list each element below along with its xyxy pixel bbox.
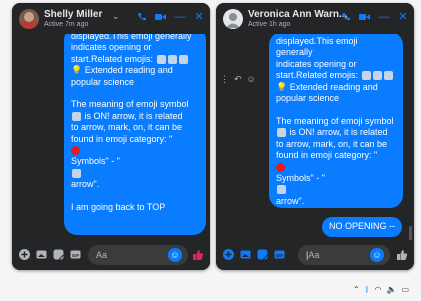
close-icon[interactable]: ✕ (192, 9, 206, 25)
emoji-icon (178, 54, 188, 64)
message-bubble[interactable]: displayed.This emoji generally indicates… (64, 34, 206, 235)
svg-text:GIF: GIF (276, 253, 284, 258)
message-area: displayed.This emoji generally indicates… (12, 34, 210, 240)
on-arrow-icon (72, 111, 81, 121)
minimize-icon[interactable]: — (377, 9, 391, 25)
phone-icon[interactable] (339, 9, 353, 25)
composer: GIF Aa ☺ (12, 240, 210, 270)
avatar[interactable] (223, 9, 243, 29)
message-text: start.Related emojis: (276, 70, 359, 81)
emoji-icon (372, 71, 382, 81)
gif-icon[interactable]: GIF (69, 248, 82, 261)
avatar[interactable] (19, 9, 39, 29)
reply-icon[interactable]: ↶ (234, 74, 242, 85)
photo-icon[interactable] (239, 248, 252, 261)
on-arrow-icon (72, 169, 81, 178)
message-text: displayed.This emoji generally (276, 36, 358, 58)
message-text: is ON! arrow, it is related (289, 127, 388, 138)
message-text: indicates opening or (276, 58, 357, 69)
message-bubble[interactable]: displayed.This emoji generally indicates… (269, 34, 403, 208)
emoji-picker-icon[interactable]: ☺ (370, 248, 384, 262)
message-text: indicates opening or (71, 42, 152, 53)
photo-icon[interactable] (35, 248, 48, 261)
emoji-icon (167, 54, 177, 64)
contact-status: Active 7m ago (44, 21, 89, 28)
phone-icon[interactable] (135, 9, 149, 25)
message-text: NO OPENING -- (328, 221, 395, 231)
contact-status: Active 1h ago (248, 21, 291, 28)
message-text: Extended reading and (84, 65, 173, 76)
message-text: popular science (276, 93, 340, 104)
svg-text:GIF: GIF (72, 253, 80, 258)
wifi-icon[interactable]: ◠ (374, 285, 381, 294)
message-text: Extended reading and (289, 81, 378, 92)
on-arrow-icon (277, 185, 286, 195)
gif-icon[interactable]: GIF (273, 248, 286, 261)
scrollbar[interactable] (409, 226, 412, 240)
chevron-up-icon[interactable]: ⌃ (353, 285, 360, 294)
emoji-icon (156, 54, 166, 64)
bulb-icon: 💡 (276, 81, 288, 92)
input-placeholder: Aa (96, 250, 108, 260)
message-input[interactable]: |Aa ☺ (298, 245, 390, 265)
emoji-icon (361, 71, 371, 81)
video-icon[interactable] (154, 9, 168, 25)
message-text: I am going back to TOP (71, 202, 166, 213)
reply-bubble[interactable]: NO OPENING -- (322, 217, 402, 237)
message-text: The meaning of emoji symbol (71, 99, 189, 110)
contact-name[interactable]: Shelly Miller (44, 9, 102, 20)
red-circle-icon (71, 146, 80, 156)
red-circle-icon (276, 162, 285, 172)
chat-header: Shelly Miller Active 7m ago ⌄ — ✕ (12, 3, 210, 34)
chat-window-veronica: Veronica Ann Warn... Active 1h ago ⌄ — ✕… (216, 3, 414, 270)
composer: GIF |Aa ☺ (216, 240, 414, 270)
sticker-icon[interactable] (52, 248, 65, 261)
close-icon[interactable]: ✕ (396, 9, 410, 25)
message-area: ⋮ ↶ ☺ displayed.This emoji generally ind… (216, 34, 414, 240)
chevron-down-icon[interactable]: ⌄ (112, 11, 120, 22)
message-text: is ON! arrow, it is related (84, 110, 183, 121)
taskbar: ⌃ ᛒ ◠ 🔈 ▭ (0, 279, 421, 301)
on-arrow-icon (277, 128, 286, 138)
message-text: Symbols" - " (71, 156, 120, 167)
message-text: arrow". (276, 195, 305, 206)
input-placeholder: Aa (308, 250, 320, 260)
message-text: start.Related emojis: (71, 53, 154, 64)
message-text: popular science (71, 76, 135, 87)
chat-header: Veronica Ann Warn... Active 1h ago ⌄ — ✕ (216, 3, 414, 34)
system-tray: ⌃ ᛒ ◠ 🔈 ▭ (353, 285, 409, 294)
bluetooth-icon[interactable]: ᛒ (365, 285, 370, 294)
battery-icon[interactable]: ▭ (401, 285, 409, 294)
message-text: displayed.This emoji generally (71, 34, 192, 41)
minimize-icon[interactable]: — (173, 9, 187, 25)
like-icon[interactable] (192, 248, 204, 260)
message-text: Symbols" - " (276, 172, 325, 183)
volume-icon[interactable]: 🔈 (386, 285, 396, 294)
bulb-icon: 💡 (71, 65, 83, 76)
react-icon[interactable]: ☺ (247, 74, 256, 85)
contact-name[interactable]: Veronica Ann Warn... (248, 9, 347, 20)
message-text: found in emoji category: " (276, 150, 378, 161)
message-input[interactable]: Aa ☺ (88, 245, 188, 265)
like-icon[interactable] (396, 248, 408, 260)
message-text: The meaning of emoji symbol (276, 115, 394, 126)
message-text: to arrow, mark, on, it can be (71, 122, 183, 133)
plus-icon[interactable] (222, 248, 235, 261)
message-text: found in emoji category: " (71, 133, 173, 144)
message-text: to arrow, mark, on, it can be (276, 138, 388, 149)
sticker-icon[interactable] (256, 248, 269, 261)
video-icon[interactable] (358, 9, 372, 25)
plus-icon[interactable] (18, 248, 31, 261)
message-text: arrow". (71, 179, 100, 190)
more-options-icon[interactable]: ⋮ (220, 74, 229, 85)
emoji-icon (383, 71, 393, 81)
emoji-picker-icon[interactable]: ☺ (168, 248, 182, 262)
chat-window-shelly: Shelly Miller Active 7m ago ⌄ — ✕ displa… (12, 3, 210, 270)
